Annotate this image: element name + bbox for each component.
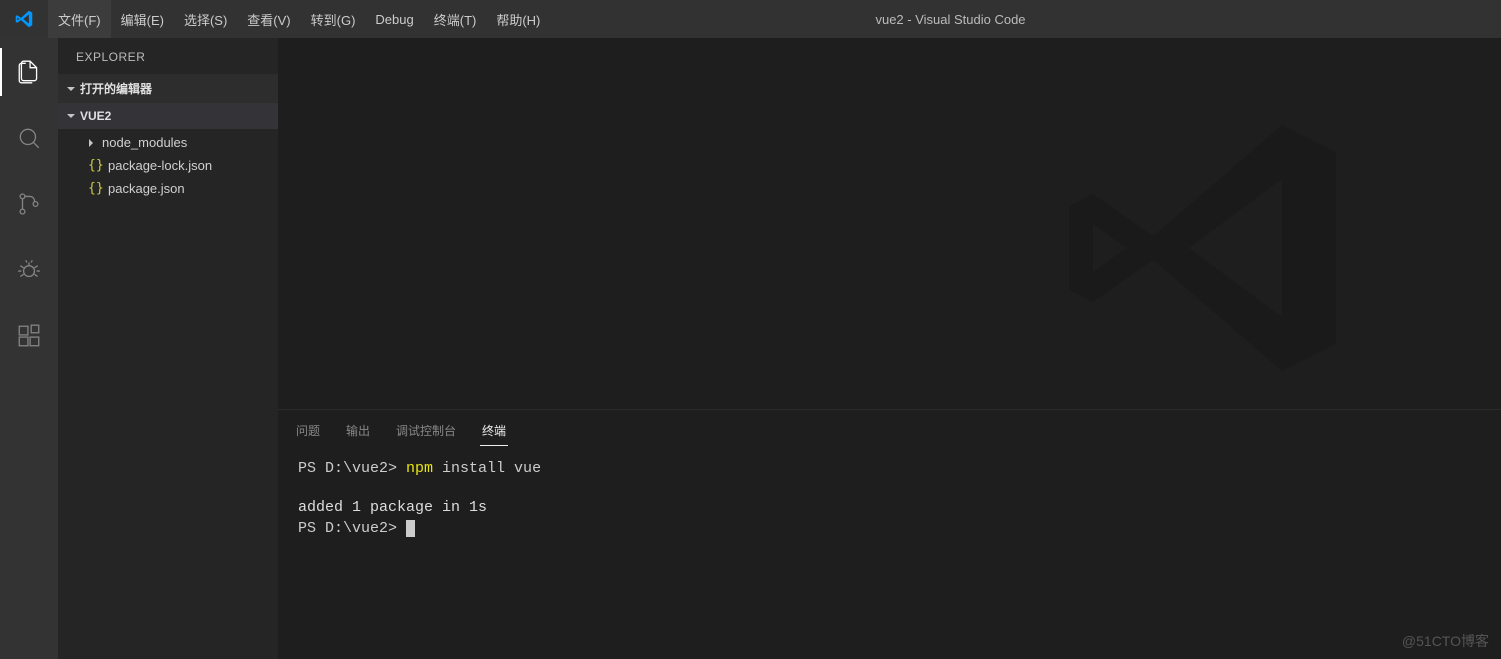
panel-tab-terminal[interactable]: 终端 (480, 416, 508, 446)
menu-file[interactable]: 文件(F) (48, 0, 111, 38)
panel-tab-problems[interactable]: 问题 (294, 416, 322, 446)
terminal-cursor (406, 520, 415, 537)
terminal-line: PS D:\vue2> npm install vue (298, 458, 1481, 479)
bug-icon (16, 257, 42, 283)
tree-item-label: package-lock.json (108, 158, 212, 173)
titlebar: 文件(F) 编辑(E) 选择(S) 查看(V) 转到(G) Debug 终端(T… (0, 0, 1501, 38)
activity-run-debug[interactable] (0, 246, 58, 294)
menu-view[interactable]: 查看(V) (237, 0, 300, 38)
vscode-logo-icon (0, 10, 48, 28)
tree-item-package-lock[interactable]: {} package-lock.json (58, 154, 278, 177)
menu-edit[interactable]: 编辑(E) (111, 0, 174, 38)
vscode-watermark-icon (1021, 98, 1381, 403)
file-tree: node_modules {} package-lock.json {} pac… (58, 129, 278, 202)
activity-bar (0, 38, 58, 659)
activity-explorer[interactable] (0, 48, 58, 96)
section-project[interactable]: VUE2 (58, 103, 278, 129)
terminal-line: PS D:\vue2> (298, 518, 1481, 539)
chevron-down-icon (66, 84, 76, 94)
sidebar-title: EXPLORER (58, 38, 278, 74)
open-editors-label: 打开的编辑器 (80, 80, 152, 97)
workbench: EXPLORER 打开的编辑器 VUE2 node_modules {} pac… (0, 38, 1501, 659)
blog-watermark: @51CTO博客 (1402, 631, 1489, 651)
section-open-editors[interactable]: 打开的编辑器 (58, 74, 278, 103)
menu-select[interactable]: 选择(S) (174, 0, 237, 38)
activity-search[interactable] (0, 114, 58, 162)
source-control-icon (16, 191, 42, 217)
menu-terminal[interactable]: 终端(T) (424, 0, 487, 38)
panel-tab-debug-console[interactable]: 调试控制台 (394, 416, 458, 446)
menu-go[interactable]: 转到(G) (301, 0, 366, 38)
tree-item-label: package.json (108, 181, 185, 196)
panel: 问题 输出 调试控制台 终端 PS D:\vue2> npm install v… (278, 409, 1501, 659)
tree-item-node-modules[interactable]: node_modules (58, 131, 278, 154)
tree-item-label: node_modules (102, 135, 187, 150)
activity-source-control[interactable] (0, 180, 58, 228)
json-icon: {} (88, 181, 102, 196)
chevron-right-icon (86, 138, 96, 148)
menu-help[interactable]: 帮助(H) (486, 0, 550, 38)
editor-area: 问题 输出 调试控制台 终端 PS D:\vue2> npm install v… (278, 38, 1501, 659)
window-title: vue2 - Visual Studio Code (875, 12, 1025, 27)
panel-tabs: 问题 输出 调试控制台 终端 (278, 410, 1501, 454)
tree-item-package-json[interactable]: {} package.json (58, 177, 278, 200)
menu-debug[interactable]: Debug (365, 0, 423, 38)
json-icon: {} (88, 158, 102, 173)
editor-empty (278, 38, 1501, 409)
panel-tab-output[interactable]: 输出 (344, 416, 372, 446)
terminal[interactable]: PS D:\vue2> npm install vue added 1 pack… (278, 454, 1501, 659)
menubar: 文件(F) 编辑(E) 选择(S) 查看(V) 转到(G) Debug 终端(T… (48, 0, 550, 38)
terminal-line: added 1 package in 1s (298, 497, 1481, 518)
files-icon (16, 59, 42, 85)
search-icon (16, 125, 42, 151)
activity-extensions[interactable] (0, 312, 58, 360)
extensions-icon (16, 323, 42, 349)
chevron-down-icon (66, 111, 76, 121)
project-name-label: VUE2 (80, 109, 111, 123)
sidebar-explorer: EXPLORER 打开的编辑器 VUE2 node_modules {} pac… (58, 38, 278, 659)
